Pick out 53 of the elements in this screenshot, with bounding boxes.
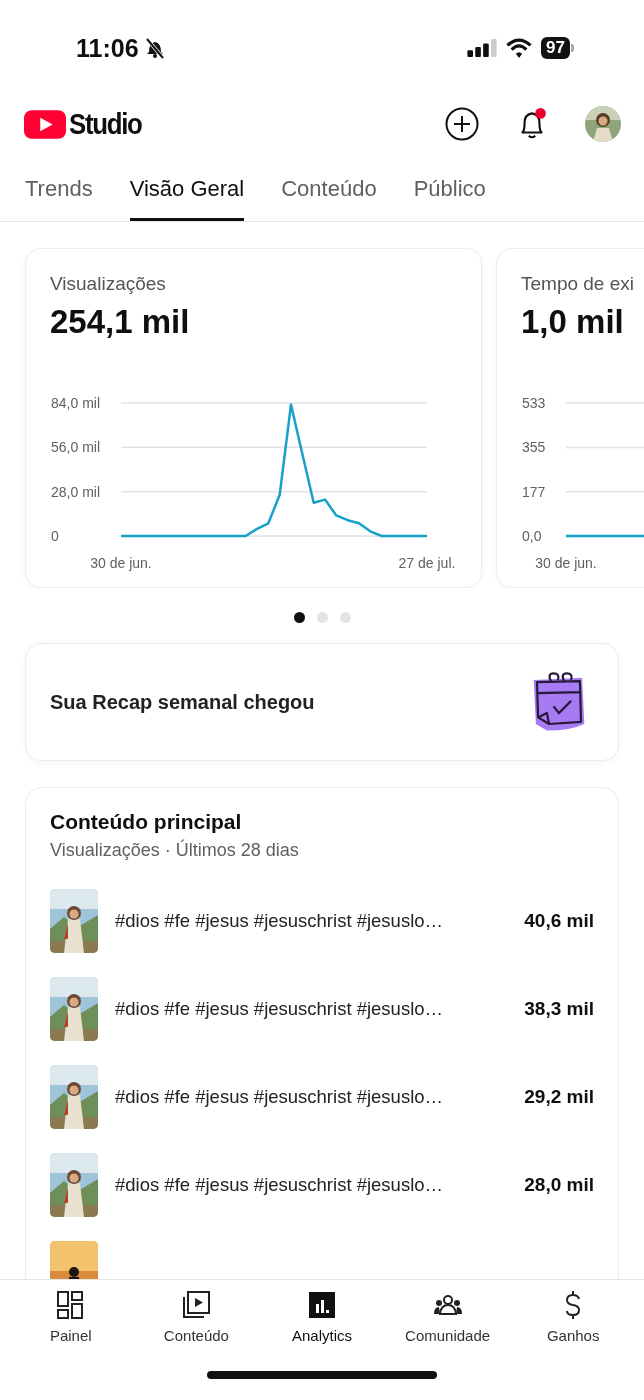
metric-card[interactable]: Tempo de exi 1,0 mil 533 355 177 0,0 30 de jun. — [496, 248, 644, 588]
view-count: 40,6 mil — [524, 910, 594, 932]
axis-label: 30 de jun. — [90, 555, 152, 571]
metric-value: 1,0 mil — [521, 303, 625, 341]
play-library-icon — [181, 1290, 212, 1320]
view-count: 28,0 mil — [524, 1174, 594, 1196]
video-title[interactable]: #dios #fe #jesus #jesuschrist #jesuslo… — [115, 1086, 508, 1108]
view-count: 29,2 mil — [524, 1086, 594, 1108]
page-dot[interactable] — [316, 612, 328, 623]
axis-label: 0 — [51, 528, 59, 544]
bell-slash-icon — [144, 37, 165, 59]
dashboard-icon — [55, 1290, 86, 1320]
recap-text: Sua Recap semanal chegou — [50, 690, 315, 714]
tab[interactable]: Público — [413, 176, 486, 221]
battery-level: 97 — [541, 37, 570, 59]
recap-card[interactable]: Sua Recap semanal chegou — [25, 643, 619, 761]
metric-title: Tempo de exi — [521, 273, 635, 295]
avatar[interactable] — [585, 106, 621, 142]
signal-icon — [467, 39, 498, 57]
axis-label: 177 — [522, 483, 546, 500]
nav-item[interactable]: Analytics — [267, 1290, 377, 1344]
page-dot[interactable] — [293, 612, 305, 623]
play-logo-icon — [24, 109, 66, 139]
logo-text: Studio — [69, 107, 142, 141]
metric-title: Visualizações — [50, 273, 167, 295]
axis-label: 30 de jun. — [535, 555, 597, 571]
tab[interactable]: Conteúdo — [281, 176, 377, 221]
view-count: 38,3 mil — [524, 998, 594, 1020]
bar-chart-icon — [307, 1290, 337, 1320]
nav-item[interactable]: Ganhos — [518, 1290, 629, 1344]
section-subtitle: Visualizações · Últimos 28 dias — [50, 840, 300, 861]
axis-label: 0,0 — [522, 528, 542, 544]
page-dot[interactable] — [339, 612, 351, 623]
tab[interactable]: Visão Geral — [129, 176, 245, 221]
add-icon[interactable] — [445, 107, 479, 141]
nav-item[interactable]: Conteúdo — [141, 1290, 252, 1344]
axis-label: 84,0 mil — [51, 395, 101, 411]
wifi-icon — [505, 37, 534, 59]
tab[interactable]: Trends — [25, 176, 93, 221]
nav-item[interactable]: Painel — [15, 1290, 126, 1344]
metric-value: 254,1 mil — [50, 303, 191, 341]
axis-label: 56,0 mil — [51, 439, 101, 456]
section-title: Conteúdo principal — [50, 810, 243, 834]
video-title[interactable]: #dios #fe #jesus #jesuschrist #jesuslo… — [115, 1174, 508, 1196]
video-title[interactable]: #dios #fe #jesus #jesuschrist #jesuslo… — [115, 998, 508, 1020]
clock-time: 11:06 — [76, 33, 139, 63]
axis-label: 533 — [522, 395, 546, 411]
axis-label: 27 de jul. — [398, 555, 456, 571]
metric-card[interactable]: Visualizações 254,1 mil 84,0 mil 56,0 mil 28,0 mil 0 30 de jun. 27 de jul. — [25, 248, 482, 588]
nav-item[interactable]: Comunidade — [392, 1290, 503, 1344]
video-title[interactable]: #dios #fe #jesus #jesuschrist #jesuslo… — [115, 910, 508, 932]
axis-label: 28,0 mil — [51, 483, 101, 500]
axis-label: 355 — [522, 439, 546, 456]
